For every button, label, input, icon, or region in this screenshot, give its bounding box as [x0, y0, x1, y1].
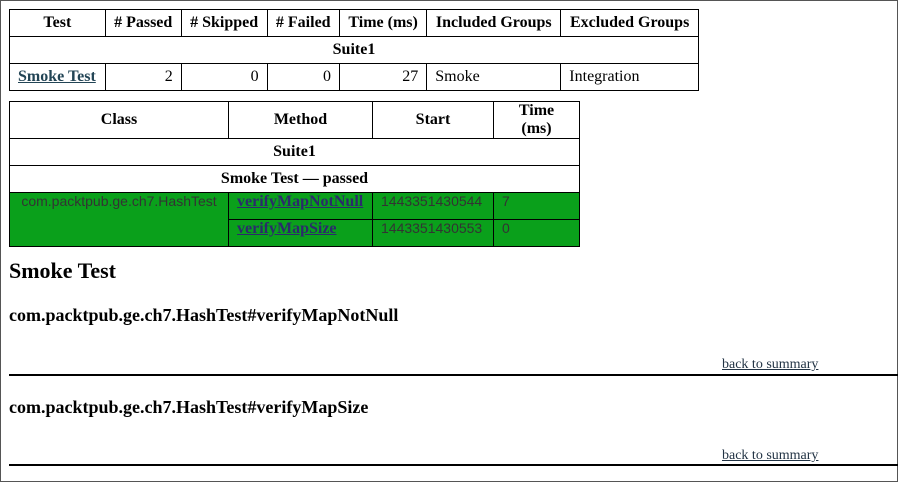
col-method: Method: [228, 101, 373, 139]
skipped-count: 0: [180, 63, 268, 91]
methods-suite-row: Suite1: [9, 138, 580, 166]
passed-count: 2: [104, 63, 182, 91]
summary-header-row: Test # Passed # Skipped # Failed Time (m…: [9, 9, 699, 37]
group-status: Smoke Test — passed: [9, 165, 580, 193]
col-failed: # Failed: [266, 9, 340, 37]
methods-suite-name: Suite1: [9, 138, 580, 166]
col-passed: # Passed: [104, 9, 182, 37]
method-results-table: Class Method Start Time (ms) Suite1 Smok…: [9, 101, 580, 247]
col-test: Test: [9, 9, 106, 37]
start-value: 1443351430553: [372, 219, 494, 247]
back-to-summary-link[interactable]: back to summary: [722, 357, 818, 373]
suite-summary-table: Test # Passed # Skipped # Failed Time (m…: [9, 9, 699, 91]
col-time: Time (ms): [338, 9, 428, 37]
col-included-groups: Included Groups: [426, 9, 562, 37]
test-heading: Smoke Test: [9, 258, 116, 283]
back-to-summary-link[interactable]: back to summary: [722, 448, 818, 464]
method-link-verifymapnotnull[interactable]: verifyMapNotNull: [237, 193, 363, 210]
summary-suite-row: Suite1: [9, 36, 699, 64]
time-value: 27: [338, 63, 428, 91]
col-excluded-groups: Excluded Groups: [560, 9, 699, 37]
method-detail-title: com.packtpub.ge.ch7.HashTest#verifyMapSi…: [9, 397, 369, 417]
method-time-value: 7: [493, 192, 580, 220]
class-name-cell: com.packtpub.ge.ch7.HashTest: [9, 192, 229, 247]
col-skipped: # Skipped: [180, 9, 268, 37]
included-groups-value: Smoke: [426, 63, 562, 91]
col-start: Start: [372, 101, 494, 139]
smoke-test-link[interactable]: Smoke Test: [18, 68, 96, 85]
table-row: Smoke Test 2 0 0 27 Smoke Integration: [9, 63, 699, 91]
method-cell: verifyMapNotNull: [228, 192, 373, 220]
col-method-time: Time (ms): [493, 101, 580, 139]
test-name-cell: Smoke Test: [9, 63, 106, 91]
method-cell: verifyMapSize: [228, 219, 373, 247]
section-divider: [9, 464, 898, 466]
excluded-groups-value: Integration: [560, 63, 699, 91]
methods-group-row: Smoke Test — passed: [9, 165, 580, 193]
table-row: com.packtpub.ge.ch7.HashTest verifyMapNo…: [9, 192, 580, 247]
method-detail-title: com.packtpub.ge.ch7.HashTest#verifyMapNo…: [9, 305, 399, 325]
methods-header-row: Class Method Start Time (ms): [9, 101, 580, 139]
col-class: Class: [9, 101, 229, 139]
method-time-value: 0: [493, 219, 580, 247]
method-link-verifymapsize[interactable]: verifyMapSize: [237, 220, 337, 237]
suite-name: Suite1: [9, 36, 699, 64]
failed-count: 0: [266, 63, 340, 91]
section-divider: [9, 374, 898, 376]
start-value: 1443351430544: [372, 192, 494, 220]
